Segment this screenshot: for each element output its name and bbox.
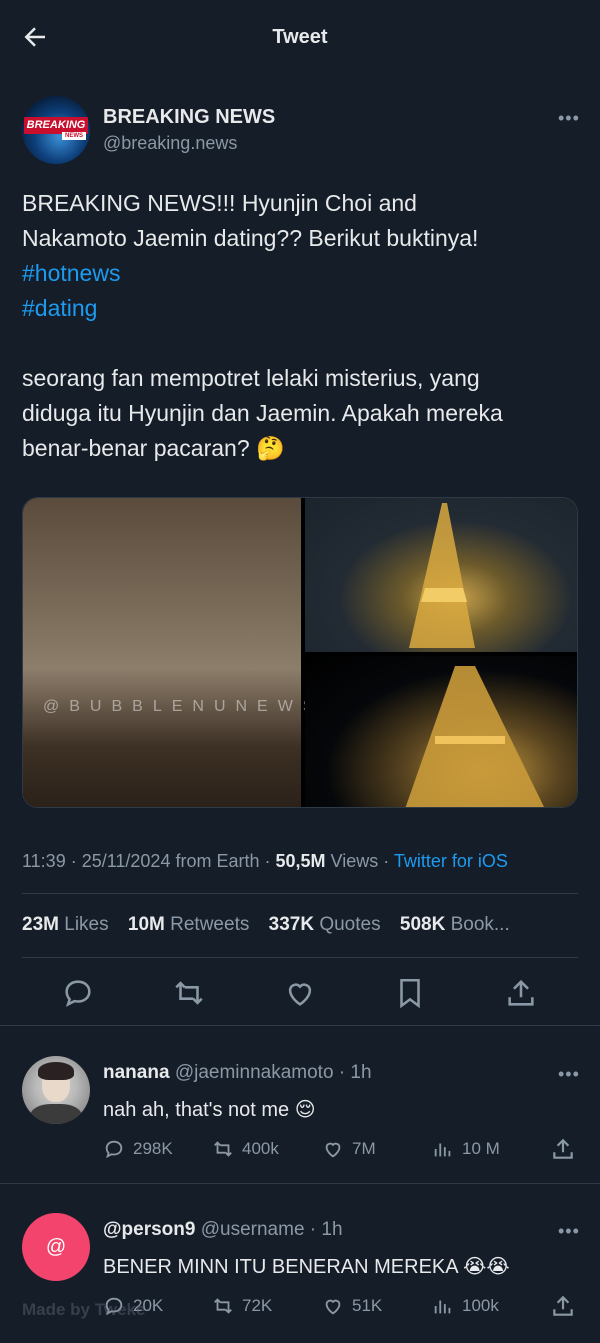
reply-count[interactable]: 298K — [103, 1138, 173, 1160]
top-bar: Tweet — [0, 0, 600, 74]
retweet-count[interactable]: 72K — [212, 1295, 272, 1317]
reply-text: nah ah, that's not me 😌 — [103, 1099, 316, 1121]
share-icon[interactable] — [550, 1293, 576, 1319]
hashtag-link[interactable]: #hotnews — [22, 256, 582, 291]
page-title: Tweet — [272, 26, 328, 48]
quotes-stat[interactable]: 337K Quotes — [269, 914, 381, 935]
retweet-icon — [214, 1141, 232, 1157]
divider — [0, 1025, 600, 1026]
divider — [22, 893, 578, 894]
view-count: 50,5M — [275, 851, 326, 871]
views-icon — [434, 1143, 451, 1157]
reply-handle: @username · 1h — [200, 1219, 343, 1240]
tweet-line: benar-benar pacaran? 🤔 — [22, 435, 285, 461]
view-count[interactable]: 100k — [432, 1295, 499, 1317]
photo-eiffel-night[interactable] — [305, 656, 577, 807]
more-options-icon[interactable]: ••• — [558, 108, 580, 129]
reply-name: nanana — [103, 1062, 170, 1083]
reply-author[interactable]: @person9 @username · 1h — [103, 1219, 343, 1241]
client-link[interactable]: Twitter for iOS — [394, 851, 508, 871]
share-icon[interactable] — [504, 976, 538, 1010]
tweet-text: BREAKING NEWS!!! Hyunjin Choi and Nakamo… — [22, 186, 582, 466]
likes-stat[interactable]: 23M Likes — [22, 914, 109, 935]
more-options-icon[interactable]: ••• — [558, 1221, 580, 1242]
author-name[interactable]: BREAKING NEWS — [103, 106, 275, 129]
photo-lobby[interactable]: @BUBBLENUNEWS — [23, 498, 314, 807]
photo-watermark: @BUBBLENUNEWS — [43, 698, 324, 715]
divider — [22, 957, 578, 958]
engagement-stats: 23M Likes 10M Retweets 337K Quotes 508K … — [22, 914, 510, 936]
tweet-line: seorang fan mempotret lelaki misterius, … — [22, 365, 480, 391]
retweet-icon[interactable] — [172, 976, 206, 1010]
like-count[interactable]: 7M — [322, 1138, 376, 1160]
eiffel-tower-icon — [405, 666, 545, 807]
timestamp: 11:39 · 25/11/2024 from Earth · — [22, 851, 276, 871]
reply-icon — [105, 1140, 123, 1159]
share-icon[interactable] — [550, 1136, 576, 1162]
bookmarks-stat[interactable]: 508K Book... — [400, 914, 510, 935]
like-icon — [325, 1299, 341, 1315]
views-icon — [434, 1300, 451, 1314]
avatar-sub: NEWS — [62, 132, 86, 140]
reply-text: BENER MINN ITU BENERAN MEREKA 😭😭 — [103, 1256, 510, 1278]
more-options-icon[interactable]: ••• — [558, 1064, 580, 1085]
tweet-line: BREAKING NEWS!!! Hyunjin Choi and — [22, 190, 417, 216]
reply-avatar[interactable]: @ — [22, 1213, 90, 1281]
retweet-count[interactable]: 400k — [212, 1138, 279, 1160]
retweets-stat[interactable]: 10M Retweets — [128, 914, 249, 935]
view-count[interactable]: 10 M — [432, 1138, 500, 1160]
tweet-line: Nakamoto Jaemin dating?? Berikut buktiny… — [22, 225, 479, 251]
like-icon — [325, 1142, 341, 1158]
author-avatar[interactable]: BREAKING NEWS — [22, 96, 90, 164]
retweet-icon — [214, 1298, 232, 1314]
media-grid: @BUBBLENUNEWS — [22, 497, 578, 808]
tweet-meta: 11:39 · 25/11/2024 from Earth · 50,5M Vi… — [22, 851, 508, 872]
bookmark-icon[interactable] — [393, 976, 427, 1010]
hashtag-link[interactable]: #dating — [22, 291, 582, 326]
reply-icon[interactable] — [61, 976, 95, 1010]
reply-author[interactable]: nanana @jaeminnakamoto · 1h — [103, 1062, 372, 1084]
reply-avatar[interactable] — [22, 1056, 90, 1124]
eiffel-tower-icon — [409, 503, 475, 648]
divider — [0, 1183, 600, 1184]
like-icon[interactable] — [283, 976, 317, 1010]
photo-eiffel-tower[interactable] — [305, 498, 577, 652]
tweet-line: diduga itu Hyunjin dan Jaemin. Apakah me… — [22, 400, 503, 426]
reply-name: @person9 — [103, 1219, 196, 1240]
reply-handle: @jaeminnakamoto · 1h — [174, 1062, 372, 1083]
author-handle[interactable]: @breaking.news — [103, 133, 237, 154]
views-label: Views · — [325, 851, 394, 871]
like-count[interactable]: 51K — [322, 1295, 382, 1317]
made-by-watermark: Made by Tweke — [22, 1300, 146, 1319]
